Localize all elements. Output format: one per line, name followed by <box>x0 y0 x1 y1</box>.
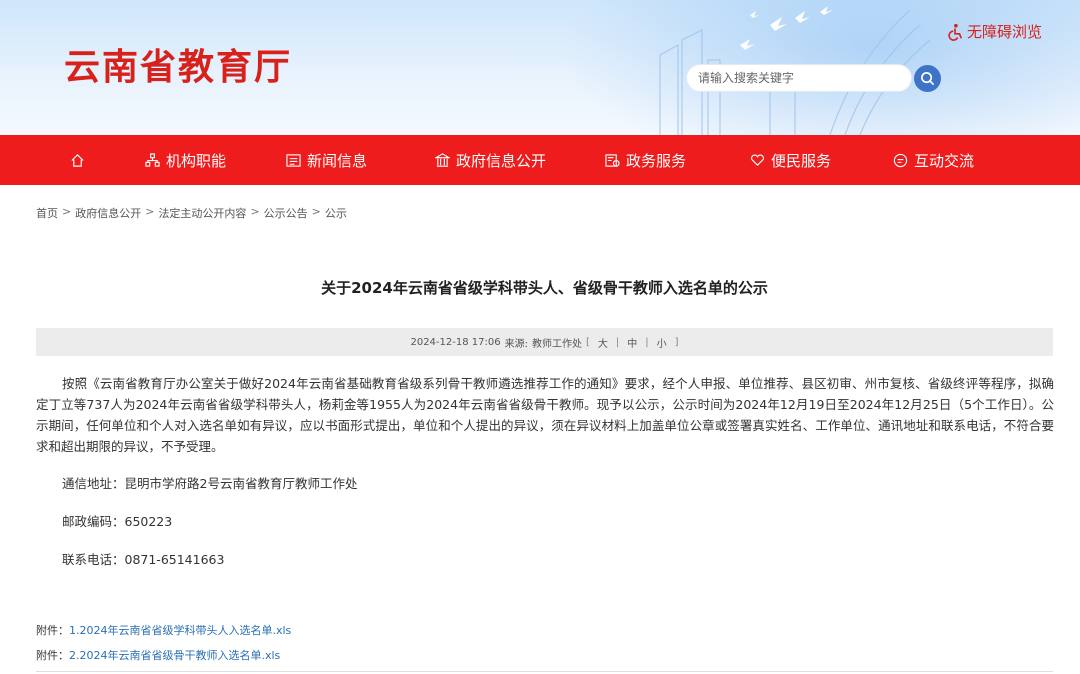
nav-item-home[interactable] <box>70 135 85 185</box>
article-title: 关于2024年云南省省级学科带头人、省级骨干教师入选名单的公示 <box>321 279 768 297</box>
breadcrumb-current[interactable]: 公示 <box>325 205 347 221</box>
accessibility-label: 无障碍浏览 <box>966 23 1042 41</box>
publish-date: 2024-12-18 17:06 <box>410 336 501 348</box>
font-size-medium-button[interactable]: 中 <box>623 335 641 350</box>
contact-postcode: 邮政编码：650223 <box>62 514 173 529</box>
news-icon <box>286 153 301 167</box>
attachment-item: 附件：1.2024年云南省省级学科带头人入选名单.xls <box>36 622 291 638</box>
breadcrumb-notices[interactable]: 公示公告 <box>264 205 308 221</box>
service-icon <box>605 153 620 167</box>
main-nav: 机构职能 新闻信息 政府信息公开 政务服务 便民服务 互动交流 <box>0 135 1080 185</box>
nav-item-org[interactable]: 机构职能 <box>145 135 226 185</box>
nav-item-news[interactable]: 新闻信息 <box>286 135 367 185</box>
chat-icon <box>893 153 908 167</box>
contact-address: 通信地址：昆明市学府路2号云南省教育厅教师工作处 <box>62 476 358 491</box>
wheelchair-icon <box>948 23 963 41</box>
home-icon <box>71 153 84 167</box>
search-input[interactable]: 请输入搜索关键字 <box>686 64 912 92</box>
search-button[interactable] <box>914 65 941 92</box>
attachment-link[interactable]: 1.2024年云南省省级学科带头人入选名单.xls <box>69 624 291 637</box>
font-size-large-button[interactable]: 大 <box>594 335 612 350</box>
nav-label-public-service: 便民服务 <box>771 151 832 170</box>
divider: | <box>645 336 649 348</box>
breadcrumb-separator: > <box>62 205 72 218</box>
org-icon <box>145 152 160 167</box>
font-size-small-button[interactable]: 小 <box>653 335 671 350</box>
bracket-open: [ <box>585 336 590 348</box>
nav-item-gov-service[interactable]: 政务服务 <box>605 135 686 185</box>
gov-building-icon <box>435 152 450 167</box>
search-icon <box>921 72 935 86</box>
divider: | <box>615 336 620 348</box>
divider-line <box>36 671 1053 672</box>
source-value: 教师工作处 <box>531 338 582 350</box>
article-meta: 2024-12-18 17:06 来源: 教师工作处 [ 大 | 中 | 小 ] <box>36 328 1053 356</box>
attachment-prefix: 附件： <box>36 624 69 637</box>
breadcrumb-separator: > <box>145 205 155 218</box>
heart-hand-icon <box>750 154 765 166</box>
site-header: 云南省教育厅 无障碍浏览 请输入搜索关键字 <box>0 0 1080 135</box>
attachment-prefix: 附件： <box>36 649 69 662</box>
breadcrumb-separator: > <box>250 205 260 218</box>
accessibility-link[interactable]: 无障碍浏览 <box>946 21 1042 42</box>
attachment-item: 附件：2.2024年云南省省级骨干教师入选名单.xls <box>36 647 280 663</box>
nav-item-gov-info[interactable]: 政府信息公开 <box>435 135 546 185</box>
nav-item-interaction[interactable]: 互动交流 <box>893 135 974 185</box>
nav-label-interaction: 互动交流 <box>914 151 975 170</box>
nav-label-gov-info: 政府信息公开 <box>456 151 547 170</box>
nav-label-news: 新闻信息 <box>307 151 368 170</box>
nav-item-public-service[interactable]: 便民服务 <box>750 135 831 185</box>
breadcrumb-separator: > <box>311 205 321 218</box>
source-label: 来源: <box>504 338 528 350</box>
contact-phone: 联系电话：0871-65141663 <box>62 552 225 567</box>
attachment-link[interactable]: 2.2024年云南省省级骨干教师入选名单.xls <box>69 649 280 662</box>
site-title[interactable]: 云南省教育厅 <box>64 38 292 90</box>
nav-label-gov-service: 政务服务 <box>626 151 687 170</box>
nav-label-org: 机构职能 <box>166 151 227 170</box>
breadcrumb-statutory[interactable]: 法定主动公开内容 <box>158 205 246 221</box>
breadcrumb-gov-info[interactable]: 政府信息公开 <box>75 205 141 221</box>
breadcrumb-home[interactable]: 首页 <box>36 205 58 221</box>
article-body: 按照《云南省教育厅办公室关于做好2024年云南省基础教育省级系列骨干教师遴选推荐… <box>36 376 1054 454</box>
breadcrumb: 首页 > 政府信息公开 > 法定主动公开内容 > 公示公告 > 公示 <box>36 205 347 221</box>
bracket-close: ] <box>674 336 679 348</box>
